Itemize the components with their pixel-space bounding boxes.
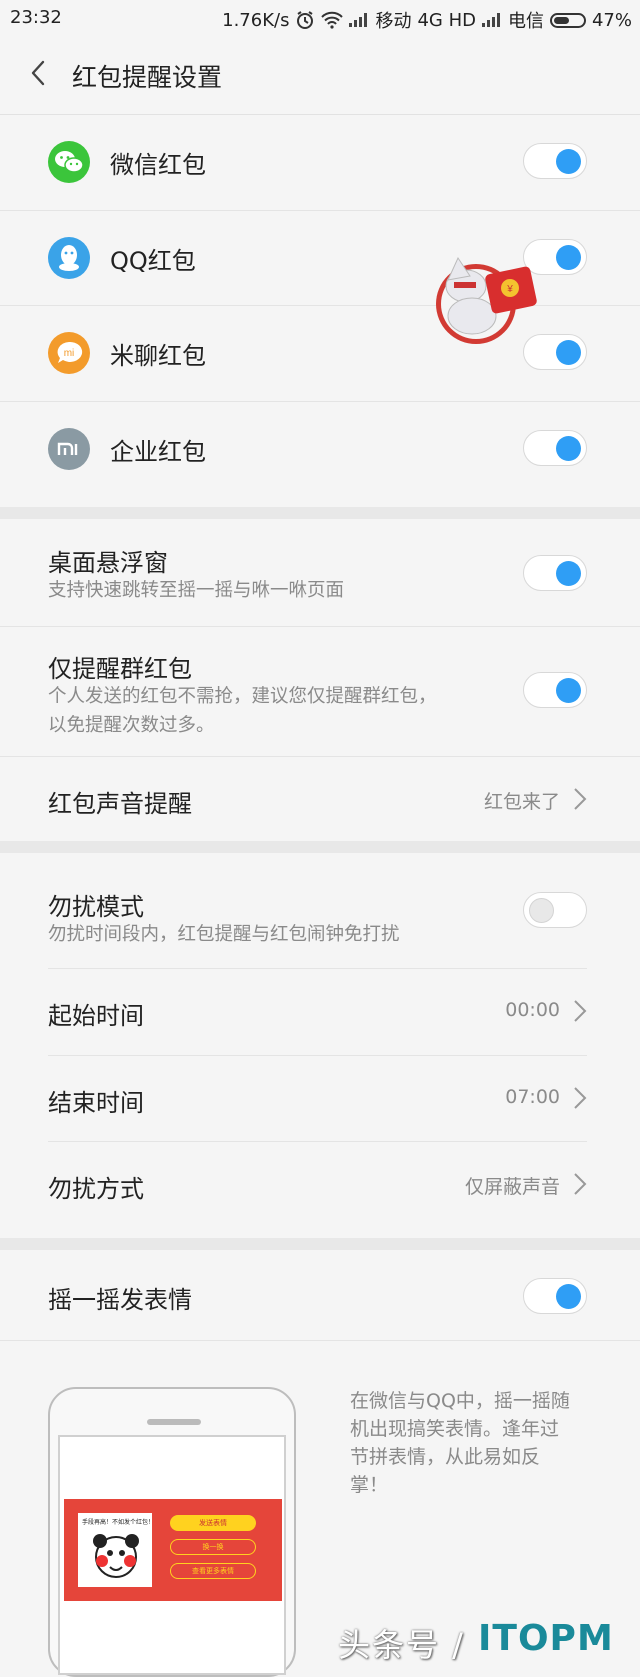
signal-icon: [349, 13, 369, 27]
floating-window-label: 桌面悬浮窗: [48, 549, 168, 577]
mi-icon: [48, 428, 90, 470]
floating-window-desc: 支持快速跳转至摇一摇与咻一咻页面: [48, 580, 345, 601]
start-time-row[interactable]: 起始时间 00:00: [0, 969, 640, 1055]
section-separator: [0, 507, 640, 519]
status-bar: 23:32 1.76K/s 移动 4G HD 电信 47%: [0, 0, 640, 36]
enterprise-toggle[interactable]: [523, 430, 587, 466]
start-time-label: 起始时间: [48, 1002, 144, 1030]
carrier-2: 电信: [507, 11, 544, 32]
group-only-label: 仅提醒群红包: [48, 655, 192, 683]
title-bar: 红包提醒设置: [0, 36, 640, 115]
chevron-right-icon: [574, 788, 587, 810]
phone-screen: 手段再高！不如发个红包！ 发送表情 换一换 查看更多表情: [58, 1435, 286, 1675]
chevron-right-icon: [574, 1173, 587, 1195]
status-right: 1.76K/s 移动 4G HD 电信 47%: [222, 7, 632, 33]
battery-icon: [549, 12, 586, 28]
end-time-row[interactable]: 结束时间 07:00: [0, 1056, 640, 1141]
shake-row[interactable]: 摇一摇发表情: [0, 1250, 640, 1340]
wechat-label: 微信红包: [110, 151, 206, 179]
red-packet-float-icon[interactable]: ¥: [432, 250, 542, 350]
alarm-icon: [297, 11, 314, 29]
status-time: 23:32: [10, 7, 62, 28]
wechat-icon: [48, 141, 90, 183]
change-emoji-button[interactable]: 换一换: [170, 1539, 256, 1555]
floating-window-toggle[interactable]: [523, 555, 587, 591]
group-only-toggle[interactable]: [523, 672, 587, 708]
wechat-toggle[interactable]: [523, 143, 587, 179]
sound-row[interactable]: 红包声音提醒 红包来了: [0, 757, 640, 841]
svg-text:¥: ¥: [506, 284, 513, 295]
chevron-right-icon: [574, 1000, 587, 1022]
watermark-logo: ITOPM: [478, 1618, 614, 1659]
dnd-mode-label: 勿扰方式: [48, 1175, 144, 1203]
sound-label: 红包声音提醒: [48, 790, 192, 818]
svg-text:mi: mi: [64, 348, 75, 359]
start-time-value: 00:00: [505, 999, 560, 1021]
emoji-card: 手段再高！不如发个红包！ 发送表情 换一换 查看更多表情: [64, 1499, 282, 1601]
floating-window-row[interactable]: 桌面悬浮窗 支持快速跳转至摇一摇与咻一咻页面: [0, 519, 640, 626]
network-speed: 1.76K/s: [222, 9, 290, 31]
emoji-image: 手段再高！不如发个红包！: [78, 1513, 155, 1587]
dnd-label: 勿扰模式: [48, 893, 144, 921]
qq-label: QQ红包: [110, 247, 196, 275]
phone-speaker: [147, 1419, 201, 1425]
more-emoji-button[interactable]: 查看更多表情: [170, 1563, 256, 1579]
phone-illustration: 手段再高！不如发个红包！ 发送表情 换一换 查看更多表情: [48, 1387, 296, 1677]
emoji-caption: 手段再高！不如发个红包！: [82, 1519, 155, 1526]
sound-value: 红包来了: [483, 791, 560, 813]
promo-text: 在微信与QQ中，摇一摇随机出现搞笑表情。逢年过节拼表情，从此易如反掌！: [350, 1390, 570, 1496]
app-row-qq[interactable]: QQ红包: [0, 211, 640, 305]
chevron-right-icon: [574, 1087, 587, 1109]
dnd-mode-value: 仅屏蔽声音: [464, 1176, 560, 1198]
group-only-desc: 个人发送的红包不需抢，建议您仅提醒群红包，以免提醒次数过多。: [48, 686, 437, 736]
app-row-wechat[interactable]: 微信红包: [0, 115, 640, 210]
enterprise-label: 企业红包: [110, 438, 206, 466]
dnd-row[interactable]: 勿扰模式 勿扰时间段内，红包提醒与红包闹钟免打扰: [0, 853, 640, 968]
group-only-row[interactable]: 仅提醒群红包 个人发送的红包不需抢，建议您仅提醒群红包，以免提醒次数过多。: [0, 627, 640, 756]
battery-percent: 47%: [591, 9, 632, 31]
shake-toggle[interactable]: [523, 1278, 587, 1314]
shake-label: 摇一摇发表情: [48, 1286, 192, 1314]
end-time-label: 结束时间: [48, 1089, 144, 1117]
watermark-text: 头条号 /: [338, 1626, 465, 1664]
promo-section: 手段再高！不如发个红包！ 发送表情 换一换 查看更多表情 在微信与QQ中，摇一摇…: [0, 1341, 640, 1677]
dnd-toggle[interactable]: [523, 892, 587, 928]
qq-icon: [48, 237, 90, 279]
end-time-value: 07:00: [505, 1086, 560, 1108]
page-title: 红包提醒设置: [72, 63, 223, 92]
network-type: 4G HD: [417, 9, 476, 31]
signal-icon-2: [481, 13, 502, 27]
miliao-label: 米聊红包: [110, 342, 206, 370]
dnd-desc: 勿扰时间段内，红包提醒与红包闹钟免打扰: [48, 924, 400, 945]
wifi-icon: [321, 11, 344, 29]
app-row-miliao[interactable]: mi 米聊红包: [0, 306, 640, 401]
carrier-1: 移动: [375, 11, 412, 32]
section-separator: [0, 1238, 640, 1250]
section-separator: [0, 841, 640, 853]
dnd-mode-row[interactable]: 勿扰方式 仅屏蔽声音: [0, 1142, 640, 1238]
panda-face-icon: [93, 1534, 139, 1578]
miliao-icon: mi: [48, 332, 90, 374]
back-arrow-icon[interactable]: [24, 58, 54, 88]
app-row-enterprise[interactable]: 企业红包: [0, 402, 640, 507]
send-emoji-button[interactable]: 发送表情: [170, 1515, 256, 1531]
